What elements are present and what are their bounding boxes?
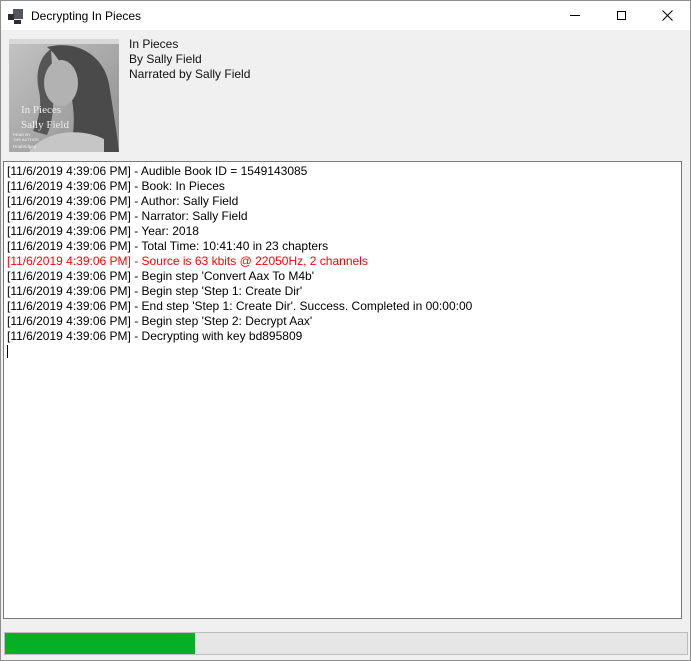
titlebar: Decrypting In Pieces: [1, 1, 690, 30]
minimize-button[interactable]: [552, 2, 598, 30]
app-icon: [7, 8, 23, 24]
log-line: [11/6/2019 4:39:06 PM] - Begin step 'Ste…: [7, 314, 679, 329]
log-line: [11/6/2019 4:39:06 PM] - Narrator: Sally…: [7, 209, 679, 224]
maximize-icon: [617, 11, 626, 20]
text-caret: [7, 345, 8, 358]
log-line: [11/6/2019 4:39:06 PM] - Begin step 'Con…: [7, 269, 679, 284]
book-narrator: Narrated by Sally Field: [129, 67, 250, 82]
window-title: Decrypting In Pieces: [31, 9, 141, 23]
log-line: [11/6/2019 4:39:06 PM] - Author: Sally F…: [7, 194, 679, 209]
book-title: In Pieces: [129, 37, 250, 52]
log-lines: [11/6/2019 4:39:06 PM] - Audible Book ID…: [7, 164, 679, 344]
log-line: [11/6/2019 4:39:06 PM] - End step 'Step …: [7, 299, 679, 314]
log-line: [11/6/2019 4:39:06 PM] - Total Time: 10:…: [7, 239, 679, 254]
cover-author: Sally Field: [21, 119, 69, 131]
minimize-icon: [570, 15, 580, 16]
app-window: Decrypting In Pieces I: [0, 0, 691, 661]
log-line: [11/6/2019 4:39:06 PM] - Audible Book ID…: [7, 164, 679, 179]
close-button[interactable]: [644, 2, 690, 30]
cover-title: In Pieces: [21, 104, 61, 116]
book-cover-art: In Pieces Sally Field READ BY THE AUTHOR…: [9, 39, 119, 152]
log-line: [11/6/2019 4:39:06 PM] - Source is 63 kb…: [7, 254, 679, 269]
cover-readby-2: THE AUTHOR: [13, 137, 39, 142]
log-line: [11/6/2019 4:39:06 PM] - Decrypting with…: [7, 329, 679, 344]
log-line: [11/6/2019 4:39:06 PM] - Book: In Pieces: [7, 179, 679, 194]
maximize-button[interactable]: [598, 2, 644, 30]
book-author: By Sally Field: [129, 52, 250, 67]
close-icon: [662, 10, 673, 21]
book-info: In Pieces By Sally Field Narrated by Sal…: [129, 37, 250, 82]
progress-bar: [4, 632, 688, 655]
log-line: [11/6/2019 4:39:06 PM] - Year: 2018: [7, 224, 679, 239]
log-line: [11/6/2019 4:39:06 PM] - Begin step 'Ste…: [7, 284, 679, 299]
log-output[interactable]: [11/6/2019 4:39:06 PM] - Audible Book ID…: [3, 161, 682, 619]
progress-fill: [5, 633, 195, 654]
cover-edition: Unabridged: [13, 144, 37, 149]
